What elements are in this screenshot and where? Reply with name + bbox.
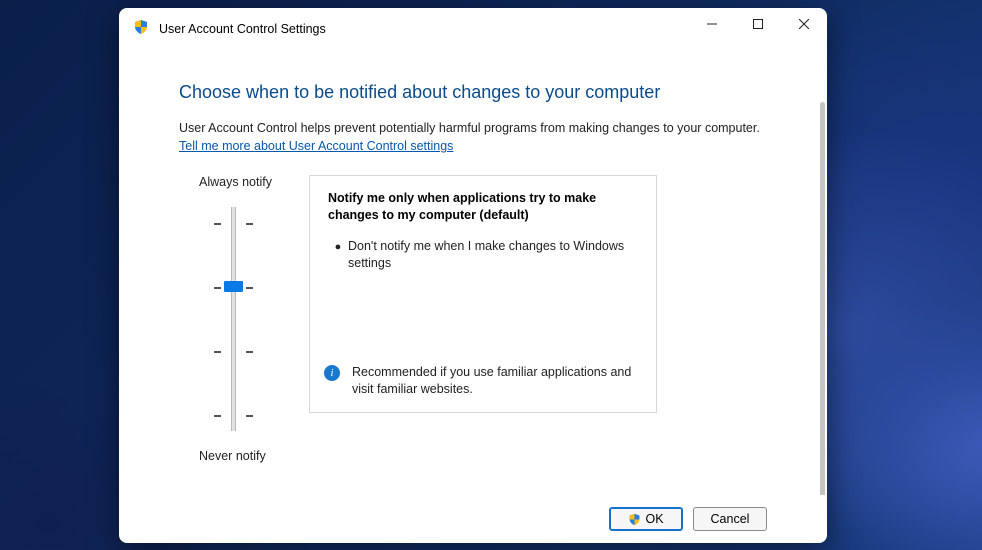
content-area: Choose when to be notified about changes… — [119, 50, 827, 495]
shield-icon — [628, 513, 641, 526]
slider-tick — [214, 415, 221, 417]
shield-icon — [133, 19, 149, 40]
ok-button-label: OK — [645, 512, 663, 526]
minimize-button[interactable] — [689, 8, 735, 40]
scrollbar[interactable] — [820, 102, 825, 495]
slider-tick — [214, 223, 221, 225]
slider-label-top: Always notify — [199, 175, 309, 189]
setting-bullet: Don't notify me when I make changes to W… — [348, 238, 640, 272]
page-description: User Account Control helps prevent poten… — [179, 121, 787, 135]
slider-tick — [214, 287, 221, 289]
ok-button[interactable]: OK — [609, 507, 683, 531]
info-icon: i — [324, 365, 340, 381]
uac-settings-window: User Account Control Settings Choose whe… — [119, 8, 827, 543]
bullet-icon: ● — [328, 238, 348, 272]
cancel-button-label: Cancel — [711, 512, 750, 526]
titlebar[interactable]: User Account Control Settings — [119, 8, 827, 50]
slider-thumb[interactable] — [224, 281, 243, 292]
notification-slider[interactable] — [199, 199, 309, 439]
scrollbar-thumb[interactable] — [820, 102, 825, 495]
cancel-button[interactable]: Cancel — [693, 507, 767, 531]
setting-title: Notify me only when applications try to … — [328, 190, 640, 224]
window-title: User Account Control Settings — [159, 22, 326, 36]
slider-tick — [214, 351, 221, 353]
desktop-background: User Account Control Settings Choose whe… — [0, 0, 982, 550]
close-button[interactable] — [781, 8, 827, 40]
slider-tick — [246, 415, 253, 417]
recommend-text: Recommended if you use familiar applicat… — [352, 364, 640, 398]
slider-tick — [246, 287, 253, 289]
learn-more-link[interactable]: Tell me more about User Account Control … — [179, 139, 453, 153]
slider-rail — [231, 207, 236, 431]
window-controls — [689, 8, 827, 50]
slider-tick — [246, 223, 253, 225]
page-heading: Choose when to be notified about changes… — [179, 82, 787, 103]
button-bar: OK Cancel — [119, 495, 827, 543]
maximize-button[interactable] — [735, 8, 781, 40]
setting-detail-panel: Notify me only when applications try to … — [309, 175, 657, 413]
slider-tick — [246, 351, 253, 353]
slider-label-bottom: Never notify — [199, 449, 309, 463]
